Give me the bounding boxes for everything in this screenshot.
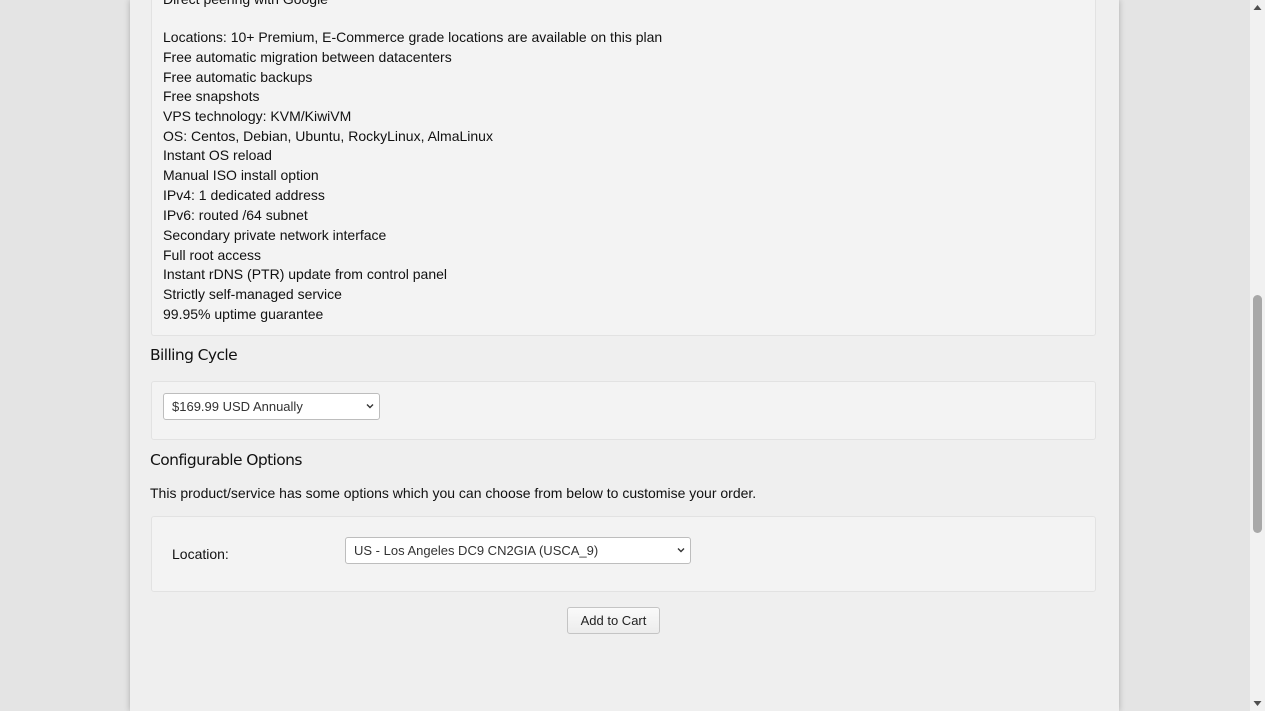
arrow-down-icon[interactable] — [1250, 696, 1265, 711]
description-line: Strictly self-managed service — [163, 286, 342, 302]
description-line: Full root access — [163, 247, 262, 263]
description-line: Manual ISO install option — [163, 167, 319, 183]
arrow-up-icon[interactable] — [1250, 0, 1265, 15]
configurable-options-heading: Configurable Options — [150, 451, 302, 469]
description-line: OS: Centos, Debian, Ubuntu, RockyLinux, … — [163, 128, 493, 144]
description-line: VPS technology: KVM/KiwiVM — [163, 108, 352, 124]
description-line: IPv6: routed /64 subnet — [163, 207, 308, 223]
configurable-options-panel: Location: US - Los Angeles DC9 CN2GIA (U… — [151, 516, 1096, 592]
description-line: Instant OS reload — [163, 147, 272, 163]
billing-cycle-value: $169.99 USD Annually — [172, 399, 303, 414]
page-viewport: Direct peering with Google Locations: 10… — [0, 0, 1250, 711]
description-line: 99.95% uptime guarantee — [163, 306, 324, 322]
billing-cycle-heading: Billing Cycle — [150, 346, 238, 364]
description-line: Direct peering with Google — [163, 0, 328, 8]
description-line: Instant rDNS (PTR) update from control p… — [163, 266, 448, 282]
description-line: IPv4: 1 dedicated address — [163, 187, 325, 203]
billing-cycle-panel: $169.99 USD Annually — [151, 381, 1096, 440]
billing-cycle-select[interactable]: $169.99 USD Annually — [163, 393, 380, 420]
description-line: Secondary private network interface — [163, 227, 387, 243]
description-line: Locations: 10+ Premium, E-Commerce grade… — [163, 29, 663, 45]
scrollbar-thumb[interactable] — [1253, 295, 1262, 533]
content-container: Direct peering with Google Locations: 10… — [130, 0, 1119, 711]
chevron-down-icon — [366, 404, 374, 409]
add-to-cart-button[interactable]: Add to Cart — [567, 607, 660, 634]
vertical-scrollbar[interactable] — [1250, 0, 1265, 711]
description-line: Free snapshots — [163, 88, 260, 104]
location-select[interactable]: US - Los Angeles DC9 CN2GIA (USCA_9) — [345, 537, 691, 564]
location-value: US - Los Angeles DC9 CN2GIA (USCA_9) — [354, 543, 599, 558]
chevron-down-icon — [677, 548, 685, 553]
description-line: Free automatic backups — [163, 69, 313, 85]
description-line: Free automatic migration between datacen… — [163, 49, 452, 65]
location-label: Location: — [172, 546, 229, 562]
product-description-panel: Direct peering with Google Locations: 10… — [151, 0, 1096, 336]
configurable-options-intro: This product/service has some options wh… — [150, 485, 757, 501]
